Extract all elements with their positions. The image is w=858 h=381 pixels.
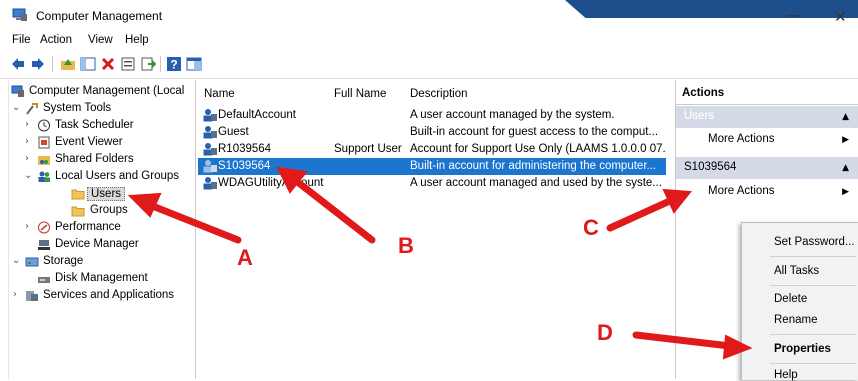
collapse-icon[interactable]: ▲ xyxy=(842,112,849,122)
storage-icon xyxy=(25,257,39,267)
chevron-right-icon[interactable]: › xyxy=(25,153,29,164)
column-header-full-name[interactable]: Full Name xyxy=(334,88,386,100)
chevron-down-icon[interactable]: ⌄ xyxy=(12,102,20,113)
svg-text:?: ? xyxy=(170,58,177,72)
device-manager-icon xyxy=(38,240,50,250)
tools-icon xyxy=(26,103,38,115)
folder-icon xyxy=(71,189,85,200)
column-header-name[interactable]: Name xyxy=(204,88,235,100)
table-row[interactable]: R1039564 Support User Account for Suppor… xyxy=(198,141,666,158)
back-icon[interactable] xyxy=(10,56,26,72)
window-title: Computer Management xyxy=(36,9,163,23)
annotation-label-a: A xyxy=(237,245,253,270)
menu-item-delete[interactable]: Delete xyxy=(774,293,807,305)
show-hide-tree-icon[interactable] xyxy=(80,56,96,72)
delete-icon[interactable] xyxy=(100,56,116,72)
more-actions-users[interactable]: More Actions ▶ xyxy=(676,128,858,150)
shared-folder-icon xyxy=(38,156,50,165)
chevron-right-icon[interactable]: › xyxy=(25,136,29,147)
menu-item-help[interactable]: Help xyxy=(774,369,798,381)
properties-icon[interactable] xyxy=(120,56,136,72)
column-header-description[interactable]: Description xyxy=(410,88,468,100)
minimize-button[interactable]: — xyxy=(786,6,801,24)
context-menu: Set Password... All Tasks Delete Rename … xyxy=(741,222,858,381)
user-icon xyxy=(203,177,217,190)
annotation-label-c: C xyxy=(583,215,599,240)
user-icon xyxy=(203,160,217,173)
performance-icon xyxy=(38,221,50,234)
navigation-tree: Computer Management (Local ⌄ System Tool… xyxy=(8,80,196,379)
annotation-label-b: B xyxy=(398,233,414,258)
forward-icon[interactable] xyxy=(30,56,46,72)
collapse-icon[interactable]: ▲ xyxy=(842,163,849,173)
menu-view[interactable]: View xyxy=(88,34,113,46)
clock-icon xyxy=(38,119,50,132)
folder-icon xyxy=(71,206,85,217)
menu-item-properties[interactable]: Properties xyxy=(774,343,831,355)
toolbar: ? xyxy=(0,50,858,79)
menu-item-all-tasks[interactable]: All Tasks xyxy=(774,265,819,277)
submenu-arrow-icon: ▶ xyxy=(842,135,849,145)
chevron-down-icon[interactable]: ⌄ xyxy=(24,170,32,181)
table-row[interactable]: DefaultAccount A user account managed by… xyxy=(198,107,666,124)
chevron-down-icon[interactable]: ⌄ xyxy=(12,255,20,266)
title-ribbon xyxy=(565,0,858,18)
annotation-label-d: D xyxy=(597,320,613,345)
users-group-icon xyxy=(38,171,50,182)
services-icon xyxy=(26,291,38,301)
chevron-right-icon[interactable]: › xyxy=(25,221,29,232)
mmc-icon[interactable] xyxy=(186,56,202,72)
export-icon[interactable] xyxy=(140,56,156,72)
title-bar: Computer Management — ✕ xyxy=(0,0,858,30)
menu-item-set-password[interactable]: Set Password... xyxy=(774,236,855,248)
user-icon xyxy=(203,143,217,156)
disk-management-icon xyxy=(38,277,50,283)
help-icon[interactable]: ? xyxy=(166,56,182,72)
actions-header: Actions xyxy=(676,84,858,105)
close-button[interactable]: ✕ xyxy=(834,8,847,26)
actions-section-s1039564[interactable]: S1039564 ▲ xyxy=(676,157,858,179)
submenu-arrow-icon: ▶ xyxy=(842,187,849,197)
more-actions-s1039564[interactable]: More Actions ▶ xyxy=(676,180,858,202)
user-icon xyxy=(203,109,217,122)
event-viewer-icon xyxy=(38,136,50,149)
actions-section-users[interactable]: Users ▲ xyxy=(676,106,858,128)
menu-file[interactable]: File xyxy=(12,34,31,46)
computer-management-icon xyxy=(12,8,27,21)
menu-bar: File Action View Help xyxy=(0,30,858,50)
menu-help[interactable]: Help xyxy=(125,34,149,46)
menu-action[interactable]: Action xyxy=(40,34,72,46)
table-row[interactable]: WDAGUtilityAccount A user account manage… xyxy=(198,175,666,192)
computer-management-icon xyxy=(11,85,24,97)
table-row[interactable]: Guest Built-in account for guest access … xyxy=(198,124,666,141)
menu-item-rename[interactable]: Rename xyxy=(774,314,817,326)
user-icon xyxy=(203,126,217,139)
users-label: Users xyxy=(87,187,126,201)
chevron-right-icon[interactable]: › xyxy=(25,119,29,130)
table-row-selected[interactable]: S1039564 Built-in account for administer… xyxy=(198,158,666,175)
up-folder-icon[interactable] xyxy=(60,56,76,72)
chevron-right-icon[interactable]: › xyxy=(13,289,17,300)
